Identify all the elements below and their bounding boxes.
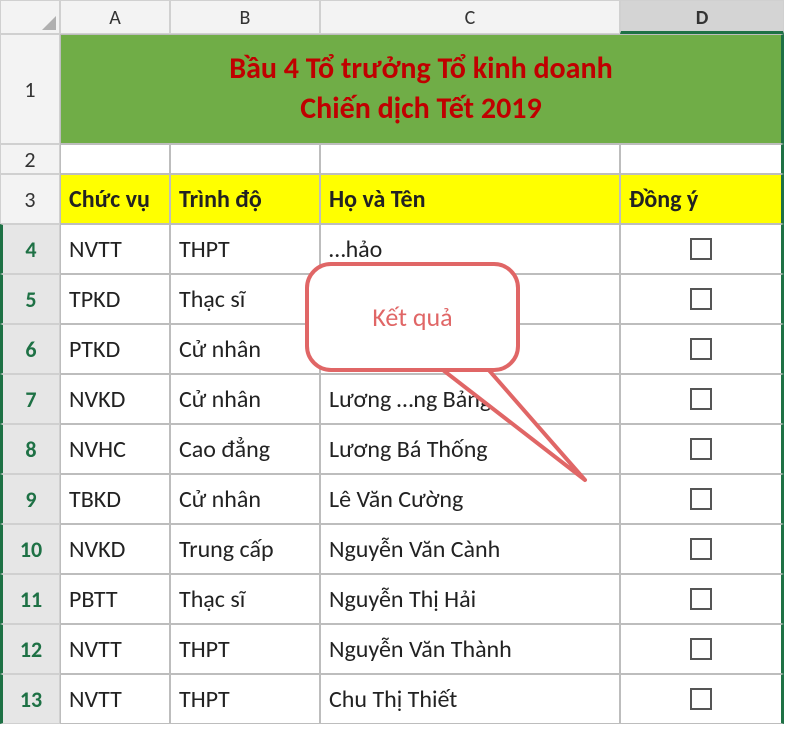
- cell-10-D[interactable]: [620, 524, 784, 574]
- cell-4-A[interactable]: NVTT: [60, 224, 170, 274]
- cell-5-D[interactable]: [620, 274, 784, 324]
- cell-5-A[interactable]: TPKD: [60, 274, 170, 324]
- cell-2-D[interactable]: [620, 144, 784, 174]
- cell-9-D[interactable]: [620, 474, 784, 524]
- row-header-10[interactable]: 10: [0, 524, 60, 574]
- cell-8-B[interactable]: Cao đẳng: [170, 424, 320, 474]
- row-header-9[interactable]: 9: [0, 474, 60, 524]
- checkbox-row-6[interactable]: [690, 338, 712, 360]
- cell-10-A[interactable]: NVKD: [60, 524, 170, 574]
- cell-7-B[interactable]: Cử nhân: [170, 374, 320, 424]
- row-header-3[interactable]: 3: [0, 174, 60, 224]
- col-header-B[interactable]: B: [170, 0, 320, 34]
- checkbox-row-7[interactable]: [690, 388, 712, 410]
- checkbox-row-9[interactable]: [690, 488, 712, 510]
- checkbox-row-13[interactable]: [690, 688, 712, 710]
- row-header-7[interactable]: 7: [0, 374, 60, 424]
- row-header-11[interactable]: 11: [0, 574, 60, 624]
- col-header-D[interactable]: D: [620, 0, 784, 34]
- row-header-2[interactable]: 2: [0, 144, 60, 174]
- cell-12-D[interactable]: [620, 624, 784, 674]
- col-header-C[interactable]: C: [320, 0, 620, 34]
- title-line1: Bầu 4 Tổ trưởng Tổ kinh doanh: [229, 49, 612, 90]
- cell-12-B[interactable]: THPT: [170, 624, 320, 674]
- title-merged-cell[interactable]: Bầu 4 Tổ trưởng Tổ kinh doanhChiến dịch …: [60, 34, 784, 144]
- cell-6-D[interactable]: [620, 324, 784, 374]
- select-all-corner[interactable]: [0, 0, 60, 34]
- header-cell-B[interactable]: Trình độ: [170, 174, 320, 224]
- cell-10-C[interactable]: Nguyễn Văn Cành: [320, 524, 620, 574]
- cell-13-A[interactable]: NVTT: [60, 674, 170, 724]
- checkbox-row-8[interactable]: [690, 438, 712, 460]
- cell-11-B[interactable]: Thạc sĩ: [170, 574, 320, 624]
- cell-13-C[interactable]: Chu Thị Thiết: [320, 674, 620, 724]
- cell-11-D[interactable]: [620, 574, 784, 624]
- cell-11-C[interactable]: Nguyễn Thị Hải: [320, 574, 620, 624]
- title-line2: Chiến dịch Tết 2019: [300, 89, 541, 130]
- cell-9-B[interactable]: Cử nhân: [170, 474, 320, 524]
- row-header-5[interactable]: 5: [0, 274, 60, 324]
- cell-9-A[interactable]: TBKD: [60, 474, 170, 524]
- header-cell-D[interactable]: Đồng ý: [620, 174, 784, 224]
- row-header-13[interactable]: 13: [0, 674, 60, 724]
- cell-7-A[interactable]: NVKD: [60, 374, 170, 424]
- checkbox-row-11[interactable]: [690, 588, 712, 610]
- cell-10-B[interactable]: Trung cấp: [170, 524, 320, 574]
- col-header-A[interactable]: A: [60, 0, 170, 34]
- row-header-12[interactable]: 12: [0, 624, 60, 674]
- row-header-8[interactable]: 8: [0, 424, 60, 474]
- cell-12-C[interactable]: Nguyễn Văn Thành: [320, 624, 620, 674]
- cell-2-C[interactable]: [320, 144, 620, 174]
- cell-8-D[interactable]: [620, 424, 784, 474]
- cell-4-B[interactable]: THPT: [170, 224, 320, 274]
- cell-5-B[interactable]: Thạc sĩ: [170, 274, 320, 324]
- cell-11-A[interactable]: PBTT: [60, 574, 170, 624]
- row-header-6[interactable]: 6: [0, 324, 60, 374]
- cell-13-B[interactable]: THPT: [170, 674, 320, 724]
- checkbox-row-4[interactable]: [690, 238, 712, 260]
- cell-7-D[interactable]: [620, 374, 784, 424]
- cell-6-A[interactable]: PTKD: [60, 324, 170, 374]
- cell-6-B[interactable]: Cử nhân: [170, 324, 320, 374]
- checkbox-row-5[interactable]: [690, 288, 712, 310]
- cell-8-A[interactable]: NVHC: [60, 424, 170, 474]
- cell-2-A[interactable]: [60, 144, 170, 174]
- cell-13-D[interactable]: [620, 674, 784, 724]
- checkbox-row-10[interactable]: [690, 538, 712, 560]
- callout-text: Kết quả: [372, 301, 452, 333]
- row-header-4[interactable]: 4: [0, 224, 60, 274]
- checkbox-row-12[interactable]: [690, 638, 712, 660]
- callout-balloon: Kết quả: [305, 262, 520, 372]
- row-header-1[interactable]: 1: [0, 34, 60, 144]
- cell-4-D[interactable]: [620, 224, 784, 274]
- header-cell-A[interactable]: Chức vụ: [60, 174, 170, 224]
- cell-2-B[interactable]: [170, 144, 320, 174]
- cell-12-A[interactable]: NVTT: [60, 624, 170, 674]
- header-cell-C[interactable]: Họ và Tên: [320, 174, 620, 224]
